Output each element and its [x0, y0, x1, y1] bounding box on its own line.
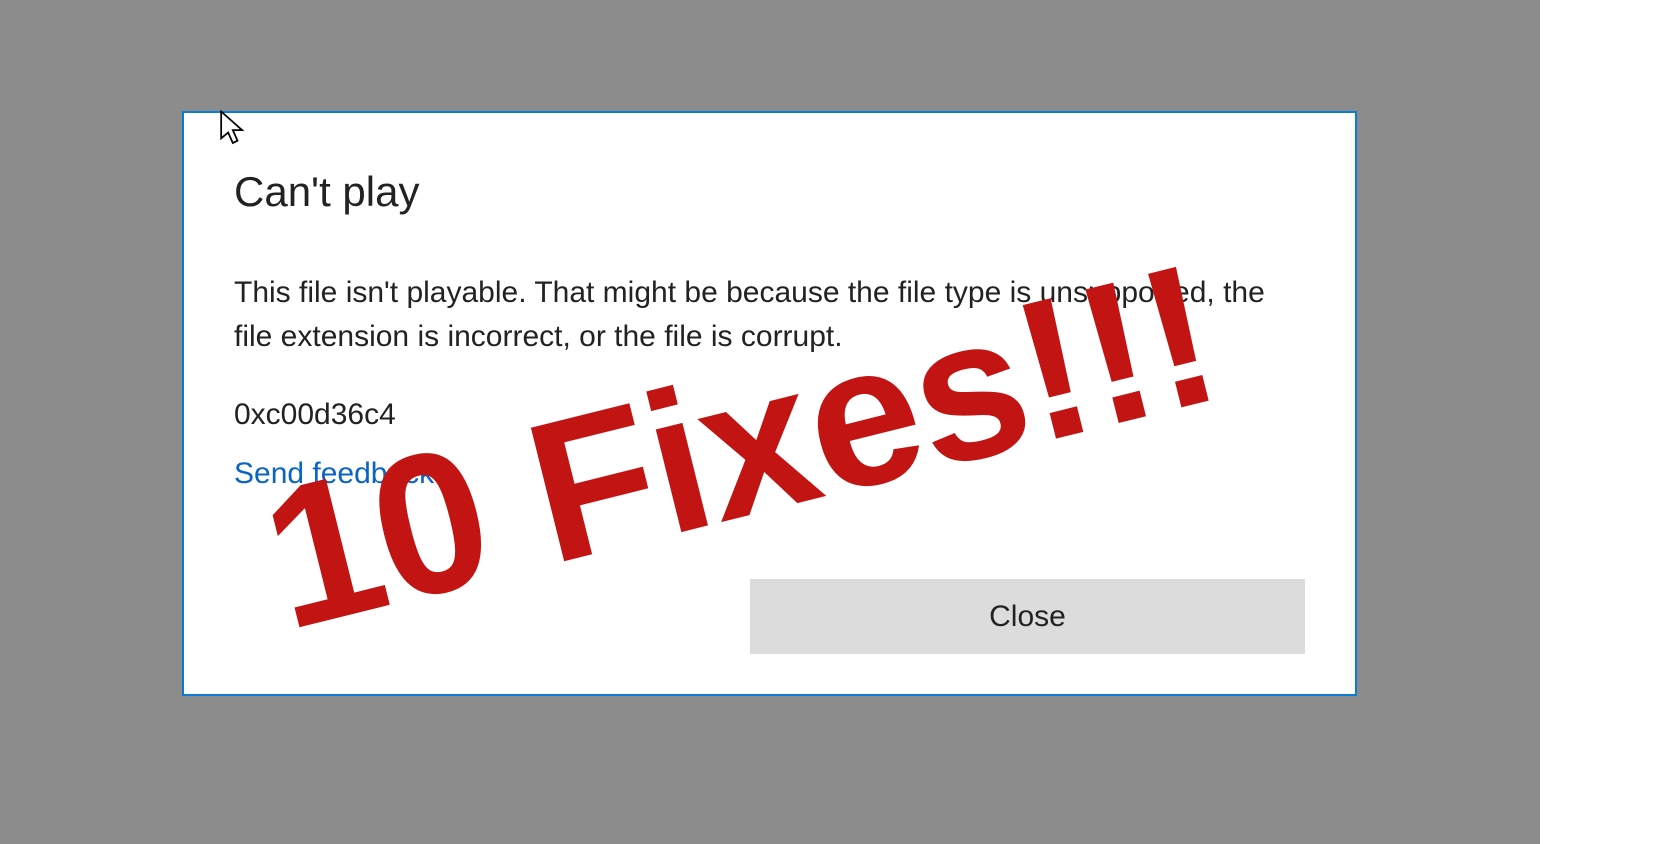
- error-code: 0xc00d36c4: [234, 398, 1305, 432]
- send-feedback-link[interactable]: Send feedback: [234, 457, 434, 491]
- dialog-title: Can't play: [234, 168, 1305, 216]
- close-button[interactable]: Close: [750, 579, 1305, 654]
- dialog-body: This file isn't playable. That might be …: [234, 271, 1305, 358]
- error-dialog: Can't play This file isn't playable. Tha…: [182, 111, 1357, 696]
